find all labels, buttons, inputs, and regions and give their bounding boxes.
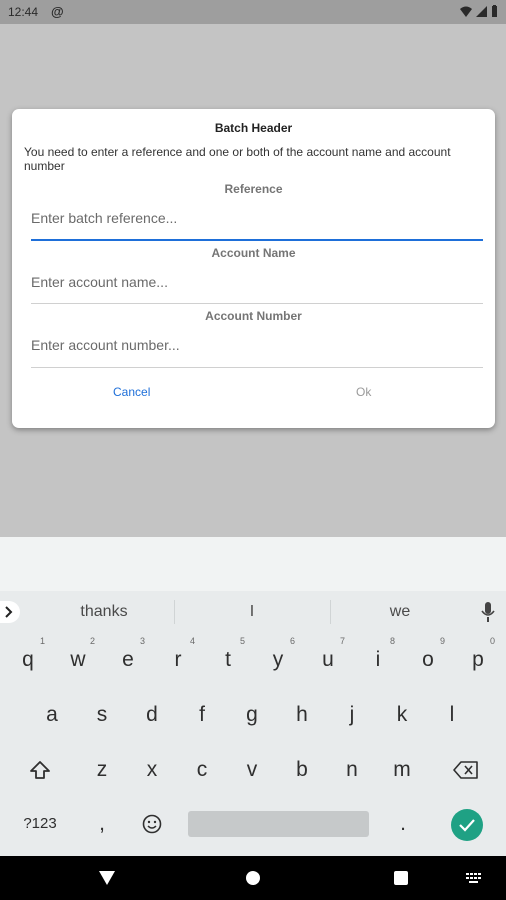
account-name-input[interactable] — [31, 267, 483, 297]
home-icon[interactable] — [246, 871, 260, 885]
backspace-key[interactable] — [441, 743, 491, 797]
key-o[interactable]: o9 — [403, 633, 453, 687]
key-s[interactable]: s — [77, 688, 127, 742]
key-u-label: u — [322, 648, 334, 671]
key-a[interactable]: a — [27, 688, 77, 742]
key-m[interactable]: m — [377, 743, 427, 797]
wifi-icon — [460, 6, 472, 17]
key-w-hint: 2 — [89, 636, 95, 646]
key-o-hint: 9 — [439, 636, 445, 646]
navigation-bar — [0, 856, 506, 900]
key-y-label: y — [272, 648, 284, 671]
account-number-label: Account Number — [205, 309, 302, 323]
key-r-label: r — [174, 648, 182, 671]
comma-key[interactable]: , — [77, 797, 127, 851]
key-t-hint: 5 — [239, 636, 245, 646]
signal-icon — [476, 5, 487, 17]
key-b[interactable]: b — [277, 743, 327, 797]
backspace-icon — [453, 761, 478, 780]
key-d[interactable]: d — [127, 688, 177, 742]
account-number-input[interactable] — [31, 330, 483, 360]
period-key[interactable]: . — [378, 797, 428, 851]
enter-key[interactable] — [451, 809, 483, 841]
key-i-hint: 8 — [389, 636, 395, 646]
key-t[interactable]: t5 — [203, 633, 253, 687]
key-n[interactable]: n — [327, 743, 377, 797]
cancel-button[interactable]: Cancel — [107, 384, 156, 400]
key-p-label: p — [472, 648, 484, 671]
key-y-hint: 6 — [289, 636, 295, 646]
microphone-icon[interactable] — [481, 602, 495, 622]
key-g[interactable]: g — [227, 688, 277, 742]
key-p-hint: 0 — [489, 636, 495, 646]
suggestion-divider — [330, 600, 331, 624]
key-p[interactable]: p0 — [453, 633, 503, 687]
battery-icon — [492, 5, 497, 17]
space-key[interactable] — [188, 811, 369, 837]
status-icons — [460, 5, 498, 17]
key-t-label: t — [225, 648, 231, 671]
reference-underline — [31, 239, 483, 241]
recents-icon[interactable] — [394, 871, 408, 885]
key-q[interactable]: q1 — [3, 633, 53, 687]
checkmark-icon — [459, 819, 475, 832]
key-j[interactable]: j — [327, 688, 377, 742]
chevron-right-icon — [5, 606, 13, 618]
key-w-label: w — [70, 648, 86, 671]
account-number-underline — [31, 367, 483, 368]
account-name-underline — [31, 303, 483, 304]
key-h[interactable]: h — [277, 688, 327, 742]
key-u-hint: 7 — [339, 636, 345, 646]
key-z[interactable]: z — [77, 743, 127, 797]
key-o-label: o — [422, 648, 434, 671]
key-r[interactable]: r4 — [153, 633, 203, 687]
account-name-label: Account Name — [211, 246, 296, 260]
key-c[interactable]: c — [177, 743, 227, 797]
suggestion-1[interactable]: thanks — [54, 603, 154, 621]
batch-header-dialog: Batch Header You need to enter a referen… — [12, 109, 495, 428]
key-w[interactable]: w2 — [53, 633, 103, 687]
key-r-hint: 4 — [189, 636, 195, 646]
reference-input[interactable] — [31, 203, 483, 233]
reference-label: Reference — [224, 182, 283, 196]
shift-icon — [30, 761, 50, 780]
key-k[interactable]: k — [377, 688, 427, 742]
key-i-label: i — [375, 648, 381, 671]
key-v[interactable]: v — [227, 743, 277, 797]
keyboard-top-area — [0, 537, 506, 591]
expand-toolbar-button[interactable] — [0, 601, 20, 623]
key-e-hint: 3 — [139, 636, 145, 646]
keyboard: q1 w2 e3 r4 t5 y6 u7 i8 o9 p0 a s d f g … — [0, 633, 506, 856]
key-i[interactable]: i8 — [353, 633, 403, 687]
suggestion-divider — [174, 600, 175, 624]
key-q-hint: 1 — [39, 636, 45, 646]
key-q-label: q — [22, 648, 34, 671]
key-f[interactable]: f — [177, 688, 227, 742]
key-x[interactable]: x — [127, 743, 177, 797]
dialog-message: You need to enter a reference and one or… — [24, 145, 451, 173]
key-y[interactable]: y6 — [253, 633, 303, 687]
at-sign-icon: @ — [51, 4, 64, 19]
symbols-key[interactable]: ?123 — [14, 797, 66, 851]
status-time: 12:44 — [8, 5, 39, 19]
suggestion-strip: thanks I we — [0, 591, 506, 633]
key-l[interactable]: l — [427, 688, 477, 742]
suggestion-3[interactable]: we — [350, 603, 450, 621]
shift-key[interactable] — [15, 743, 65, 797]
emoji-icon — [142, 815, 162, 834]
key-u[interactable]: u7 — [303, 633, 353, 687]
suggestion-2[interactable]: I — [202, 603, 302, 621]
status-bar: 12:44 @ — [0, 0, 506, 24]
keyboard-switch-icon[interactable] — [466, 873, 482, 884]
ok-button[interactable]: Ok — [350, 384, 377, 400]
key-e-label: e — [122, 648, 134, 671]
dialog-title: Batch Header — [214, 121, 293, 135]
back-icon[interactable] — [99, 871, 115, 885]
emoji-key[interactable] — [127, 797, 177, 851]
key-e[interactable]: e3 — [103, 633, 153, 687]
